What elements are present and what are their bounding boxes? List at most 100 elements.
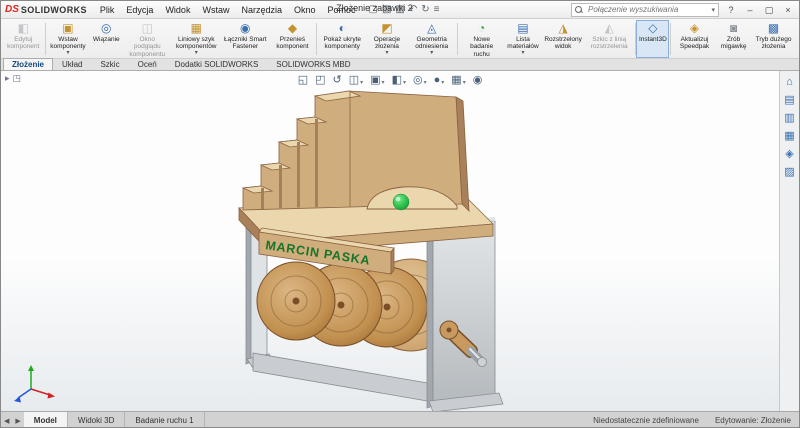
mate-icon: ◎ bbox=[101, 21, 112, 35]
ribbon-label: Lista materiałów bbox=[507, 36, 539, 51]
custom-properties-icon[interactable]: ▨ bbox=[784, 167, 794, 178]
solidworks-window: DS SOLIDWORKS Plik Edycja Widok Wstaw Na… bbox=[0, 0, 800, 428]
ribbon-button-wstaw-komponenty[interactable]: ▣ Wstaw komponenty ▾ bbox=[46, 20, 90, 58]
ribbon-button-okno-podgladu[interactable]: ◫ Okno podglądu komponentu bbox=[123, 20, 172, 58]
menu-okno[interactable]: Okno bbox=[289, 4, 321, 16]
command-search[interactable]: ▾ bbox=[571, 2, 719, 17]
ribbon-label: Okno podglądu komponentu bbox=[129, 36, 166, 58]
chevron-down-icon: ▾ bbox=[385, 49, 389, 56]
chevron-down-icon: ▾ bbox=[430, 49, 434, 56]
ribbon-button-przenies-komponent[interactable]: ◆ Przenieś komponent bbox=[270, 20, 315, 58]
view-settings-icon[interactable]: ◉ bbox=[473, 73, 483, 86]
feature-tree-expand-icon[interactable]: ▸ bbox=[5, 73, 10, 84]
ribbon-label: Zrób migawkę bbox=[720, 36, 747, 51]
ribbon-button-pokaz-ukryte[interactable]: ◐ Pokaż ukryte komponenty bbox=[318, 20, 367, 58]
reference-geometry-icon: ◬ bbox=[427, 21, 437, 35]
ribbon-button-aktualizuj-speedpak[interactable]: ◈ Aktualizuj Speedpak bbox=[672, 20, 717, 58]
view-palette-icon[interactable]: ▦ bbox=[784, 131, 794, 142]
tab-badanie-ruchu-1[interactable]: Badanie ruchu 1 bbox=[125, 412, 205, 427]
ribbon-label: Wstaw komponenty bbox=[50, 36, 86, 51]
section-view-icon[interactable]: ◫ ▾ bbox=[349, 73, 363, 86]
ribbon-button-edytuj-komponent[interactable]: ◧ Edytuj komponent bbox=[3, 20, 44, 58]
menu-wstaw[interactable]: Wstaw bbox=[197, 4, 234, 16]
appearances-icon[interactable]: ◈ bbox=[785, 149, 793, 160]
zoom-area-icon[interactable]: ◰ bbox=[315, 73, 325, 86]
display-style-icon[interactable]: ◧ ▾ bbox=[392, 73, 406, 86]
snapshot-icon: ◙ bbox=[729, 21, 738, 35]
title-bar: DS SOLIDWORKS Plik Edycja Widok Wstaw Na… bbox=[1, 1, 799, 19]
minimize-button[interactable]: – bbox=[743, 3, 757, 17]
feature-tree-flyout: ▸ ◳ bbox=[5, 73, 21, 84]
search-input[interactable] bbox=[586, 4, 709, 15]
help-button[interactable]: ? bbox=[724, 3, 738, 17]
ribbon-label: Liniowy szyk komponentów bbox=[176, 36, 217, 51]
design-library-icon[interactable]: ▤ bbox=[784, 95, 794, 106]
ribbon-button-zrob-migawke[interactable]: ◙ Zrób migawkę bbox=[717, 20, 750, 58]
assembly-node-icon[interactable]: ◳ bbox=[13, 73, 22, 84]
menu-narzedzia[interactable]: Narzędzia bbox=[236, 4, 287, 16]
ribbon-separator bbox=[316, 23, 317, 55]
document-title: Złożenie zabawki 2 bbox=[336, 3, 413, 13]
bill-of-materials-icon: ▤ bbox=[517, 21, 529, 35]
ribbon-button-wiazanie[interactable]: ◎ Wiązanie bbox=[90, 20, 123, 58]
search-icon bbox=[575, 5, 583, 14]
assembly-features-icon: ◩ bbox=[381, 21, 393, 35]
ribbon-button-operacje-zlozenia[interactable]: ◩ Operacje złożenia ▾ bbox=[367, 20, 408, 58]
menu-edycja[interactable]: Edycja bbox=[121, 4, 158, 16]
show-hidden-components-icon: ◐ bbox=[338, 21, 346, 35]
marble-track[interactable] bbox=[241, 90, 470, 213]
previous-view-icon[interactable]: ↺ bbox=[333, 73, 342, 86]
menu-widok[interactable]: Widok bbox=[160, 4, 195, 16]
graphics-viewport[interactable]: MARCIN PASKA ◱ ◰ ↺ ◫ ▾ ▣ ▾ ◧ ▾ ◎ ▾ ● ▾ ▦… bbox=[1, 71, 779, 411]
insert-components-icon: ▣ bbox=[62, 21, 74, 35]
edit-appearance-icon[interactable]: ● ▾ bbox=[434, 74, 445, 86]
tab-ocen[interactable]: Oceń bbox=[129, 58, 166, 70]
model-tabs-scroll-left[interactable]: ◀ bbox=[1, 412, 12, 427]
ribbon-button-rozstrzelony-widok[interactable]: ◮ Rozstrzelony widok bbox=[542, 20, 585, 58]
ribbon-button-liniowy-szyk[interactable]: ▦ Liniowy szyk komponentów ▾ bbox=[172, 20, 221, 58]
model-tabs-scroll-right[interactable]: ▶ bbox=[12, 412, 23, 427]
status-editing-mode: Edytowanie: Złożenie bbox=[714, 416, 791, 425]
move-component-icon: ◆ bbox=[287, 21, 298, 35]
menu-plik[interactable]: Plik bbox=[95, 4, 120, 16]
tab-model[interactable]: Model bbox=[23, 412, 68, 427]
motion-study-icon: ◔ bbox=[478, 21, 486, 35]
command-manager-ribbon: ◧ Edytuj komponent ▣ Wstaw komponenty ▾ … bbox=[1, 19, 799, 59]
options-icon[interactable]: ≡ bbox=[434, 4, 440, 15]
model-canvas[interactable]: MARCIN PASKA bbox=[1, 71, 779, 411]
zoom-fit-icon[interactable]: ◱ bbox=[298, 73, 308, 86]
maximize-button[interactable]: ▢ bbox=[762, 3, 776, 17]
tab-widoki-3d[interactable]: Widoki 3D bbox=[68, 412, 126, 427]
view-orientation-icon[interactable]: ▣ ▾ bbox=[370, 73, 384, 86]
file-explorer-icon[interactable]: ▥ bbox=[784, 113, 794, 124]
right-frame-plate[interactable] bbox=[426, 217, 504, 411]
titlebar-right: ▾ ? – ▢ × bbox=[571, 2, 795, 17]
origin-triad bbox=[14, 365, 55, 403]
linear-pattern-icon: ▦ bbox=[190, 21, 202, 35]
ribbon-separator bbox=[670, 23, 672, 55]
ribbon-button-szkic-rozstrzelenia[interactable]: ◭ Szkic z linią rozstrzelenia bbox=[585, 20, 634, 58]
ribbon-button-lista-materialow[interactable]: ▤ Lista materiałów ▾ bbox=[504, 20, 541, 58]
tab-dodatki-solidworks[interactable]: Dodatki SOLIDWORKS bbox=[166, 58, 268, 70]
status-definition-state: Niedostatecznie zdefiniowane bbox=[593, 416, 699, 425]
chevron-down-icon: ▾ bbox=[194, 49, 198, 56]
rebuild-icon[interactable]: ↻ bbox=[421, 4, 429, 15]
tab-uklad[interactable]: Układ bbox=[53, 58, 91, 70]
ribbon-button-smart-fastener[interactable]: ◉ Łączniki Smart Fastener bbox=[221, 20, 270, 58]
search-chevron-icon[interactable]: ▾ bbox=[711, 6, 715, 14]
smart-fasteners-icon: ◉ bbox=[240, 21, 251, 35]
ribbon-button-instant3d[interactable]: ◇ Instant3D bbox=[636, 20, 670, 58]
close-button[interactable]: × bbox=[781, 3, 795, 17]
ribbon-separator bbox=[457, 23, 458, 55]
hide-show-items-icon[interactable]: ◎ ▾ bbox=[413, 73, 427, 86]
ribbon-button-geometria-odniesienia[interactable]: ◬ Geometria odniesienia ▾ bbox=[407, 20, 456, 58]
home-icon[interactable]: ⌂ bbox=[786, 77, 793, 88]
tab-szkic[interactable]: Szkic bbox=[91, 58, 128, 70]
marble-ball[interactable] bbox=[392, 193, 410, 211]
explode-line-sketch-icon: ◭ bbox=[604, 21, 614, 35]
apply-scene-icon[interactable]: ▦ ▾ bbox=[451, 73, 465, 86]
ribbon-button-tryb-duzego-zlozenia[interactable]: ▩ Tryb dużego złożenia bbox=[750, 20, 797, 58]
ribbon-button-nowe-badanie-ruchu[interactable]: ◔ Nowe badanie ruchu bbox=[459, 20, 505, 58]
tab-zlozenie[interactable]: Złożenie bbox=[3, 58, 54, 70]
tab-solidworks-mbd[interactable]: SOLIDWORKS MBD bbox=[267, 58, 359, 70]
